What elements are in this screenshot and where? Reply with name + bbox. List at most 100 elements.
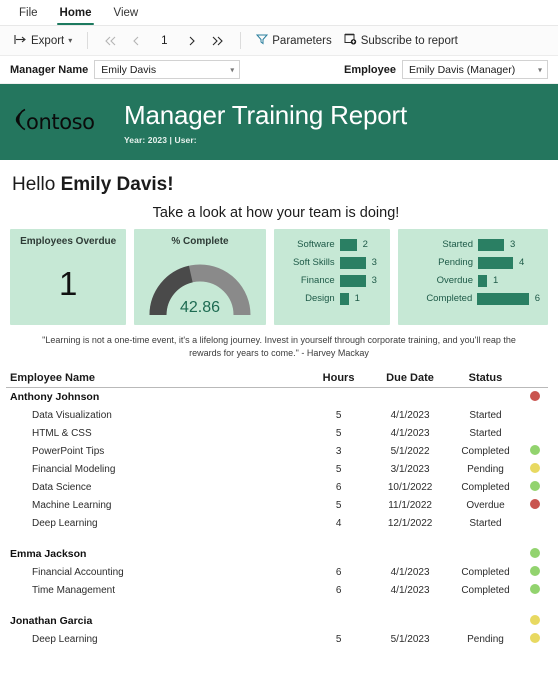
tab-home[interactable]: Home	[49, 3, 103, 25]
page-number-input[interactable]: 1	[149, 35, 179, 47]
tab-file[interactable]: File	[8, 3, 49, 25]
cell-hours: 5	[335, 633, 342, 645]
parameters-button[interactable]: Parameters	[250, 30, 337, 51]
cell-status-indicator	[522, 583, 548, 597]
last-page-button[interactable]	[205, 30, 231, 52]
contoso-arc-icon	[14, 107, 30, 138]
greeting-name: Emily Davis!	[60, 174, 174, 195]
bar-value-label: 3	[371, 257, 377, 268]
first-page-button[interactable]	[97, 30, 123, 52]
table-row[interactable]: Data Science 6 10/1/2022 Completed	[6, 478, 548, 496]
bar-row: Pending 4	[404, 255, 540, 270]
cell-status: Pending	[467, 633, 504, 645]
cell-employee-name: HTML & CSS	[32, 427, 92, 439]
cell-hours: 5	[335, 499, 342, 511]
status-badge	[530, 565, 541, 576]
table-row[interactable]: Data Visualization 5 4/1/2023 Started	[6, 406, 548, 424]
subscribe-label: Subscribe to report	[360, 34, 458, 47]
status-badge	[530, 614, 541, 625]
toolbar-divider-1	[87, 32, 89, 49]
training-table: Employee Name Hours Due Date Status Anth…	[0, 360, 558, 648]
export-button[interactable]: Export ▾	[8, 31, 78, 51]
previous-page-button[interactable]	[123, 30, 149, 52]
cell-status: Started	[469, 427, 502, 439]
bar-fill	[339, 292, 349, 305]
chevron-down-icon: ▾	[68, 36, 73, 45]
cell-employee-name: Emma Jackson	[10, 548, 87, 560]
page-navigation: 1	[97, 30, 231, 52]
table-group-row[interactable]: Emma Jackson	[6, 545, 548, 563]
cell-status: Started	[469, 517, 502, 529]
percent-complete-gauge: 42.86	[144, 257, 256, 319]
next-page-button[interactable]	[179, 30, 205, 52]
table-row[interactable]: PowerPoint Tips 3 5/1/2022 Completed	[6, 442, 548, 460]
bar-row: Started 3	[404, 237, 540, 252]
table-group-row[interactable]: Jonathan Garcia	[6, 612, 548, 630]
kpi-status-chart: Started 3 Pending 4 Overdue 1 Completed 6	[398, 229, 548, 325]
cell-due-date: 4/1/2023	[390, 566, 430, 578]
report-subtitle: Year: 2023 | User:	[124, 134, 197, 145]
cell-status: Completed	[461, 481, 510, 493]
table-row[interactable]: HTML & CSS 5 4/1/2023 Started	[6, 424, 548, 442]
banner-titles: Manager Training Report Year: 2023 | Use…	[124, 100, 407, 145]
status-bar-chart: Started 3 Pending 4 Overdue 1 Completed 6	[398, 229, 548, 306]
subscribe-button[interactable]: Subscribe to report	[338, 30, 464, 51]
kpi-row: Employees Overdue 1 % Complete 42.86 Sof…	[0, 221, 558, 325]
bar-row: Software 2	[280, 237, 382, 252]
cell-status-indicator	[522, 444, 548, 458]
table-row[interactable]: Time Management 6 4/1/2023 Completed	[6, 581, 548, 599]
cell-employee-name: Deep Learning	[32, 517, 98, 529]
cell-due-date: 4/1/2023	[390, 427, 430, 439]
motivational-quote: "Learning is not a one-time event, it's …	[42, 335, 516, 358]
status-badge	[530, 583, 541, 594]
column-header-employee-name: Employee Name	[10, 372, 95, 384]
report-banner: ontoso Manager Training Report Year: 202…	[0, 84, 558, 160]
cell-hours: 3	[335, 445, 342, 457]
table-row[interactable]: Machine Learning 5 11/1/2022 Overdue	[6, 496, 548, 514]
cell-employee-name: Financial Accounting	[32, 566, 124, 578]
cell-hours: 5	[335, 427, 342, 439]
cell-hours: 4	[335, 517, 342, 529]
bar-fill	[339, 256, 366, 269]
table-row[interactable]: Financial Modeling 5 3/1/2023 Pending	[6, 460, 548, 478]
cell-employee-name: Jonathan Garcia	[10, 615, 93, 627]
cell-status-indicator	[522, 547, 548, 561]
manager-name-select[interactable]: Emily Davis ▾	[94, 60, 241, 79]
cell-status: Completed	[461, 445, 510, 457]
bar-row: Design 1	[280, 291, 382, 306]
status-badge	[530, 480, 541, 491]
category-bar-chart: Software 2 Soft Skills 3 Finance 3 Design 1	[274, 229, 390, 306]
table-spacer-row	[6, 532, 548, 545]
column-header-due-date: Due Date	[386, 372, 434, 384]
ribbon-tabbar: File Home View	[0, 0, 558, 26]
greeting-section: Hello Emily Davis! Take a look at how yo…	[0, 160, 558, 221]
cell-due-date: 12/1/2022	[387, 517, 433, 529]
employee-label: Employee	[344, 63, 396, 76]
bar-fill	[478, 274, 487, 287]
cell-employee-name: Time Management	[32, 584, 115, 596]
export-icon	[14, 34, 27, 48]
table-row[interactable]: Deep Learning 4 12/1/2022 Started	[6, 514, 548, 532]
cell-status-indicator	[522, 480, 548, 494]
kpi-percent-complete-title: % Complete	[171, 236, 229, 247]
table-row[interactable]: Financial Accounting 6 4/1/2023 Completed	[6, 563, 548, 581]
cell-employee-name: Anthony Johnson	[10, 391, 100, 403]
bar-category-label: Finance	[300, 275, 335, 286]
cell-hours: 6	[335, 584, 342, 596]
subscribe-icon	[344, 33, 357, 48]
greeting-subtitle: Take a look at how your team is doing!	[152, 205, 400, 221]
bar-row: Soft Skills 3	[280, 255, 382, 270]
table-header-row: Employee Name Hours Due Date Status	[6, 372, 548, 388]
tab-view[interactable]: View	[102, 3, 149, 25]
bar-row: Finance 3	[280, 273, 382, 288]
employee-select[interactable]: Emily Davis (Manager) ▾	[402, 60, 548, 79]
status-badge	[530, 444, 541, 455]
chevron-down-icon: ▾	[230, 65, 235, 74]
column-header-hours: Hours	[322, 372, 355, 384]
table-row[interactable]: Deep Learning 5 5/1/2023 Pending	[6, 630, 548, 648]
cell-status: Overdue	[466, 499, 505, 511]
cell-status: Completed	[461, 566, 510, 578]
kpi-employees-overdue-value: 1	[58, 265, 78, 302]
contoso-logo: ontoso	[14, 105, 110, 139]
table-group-row[interactable]: Anthony Johnson	[6, 388, 548, 406]
